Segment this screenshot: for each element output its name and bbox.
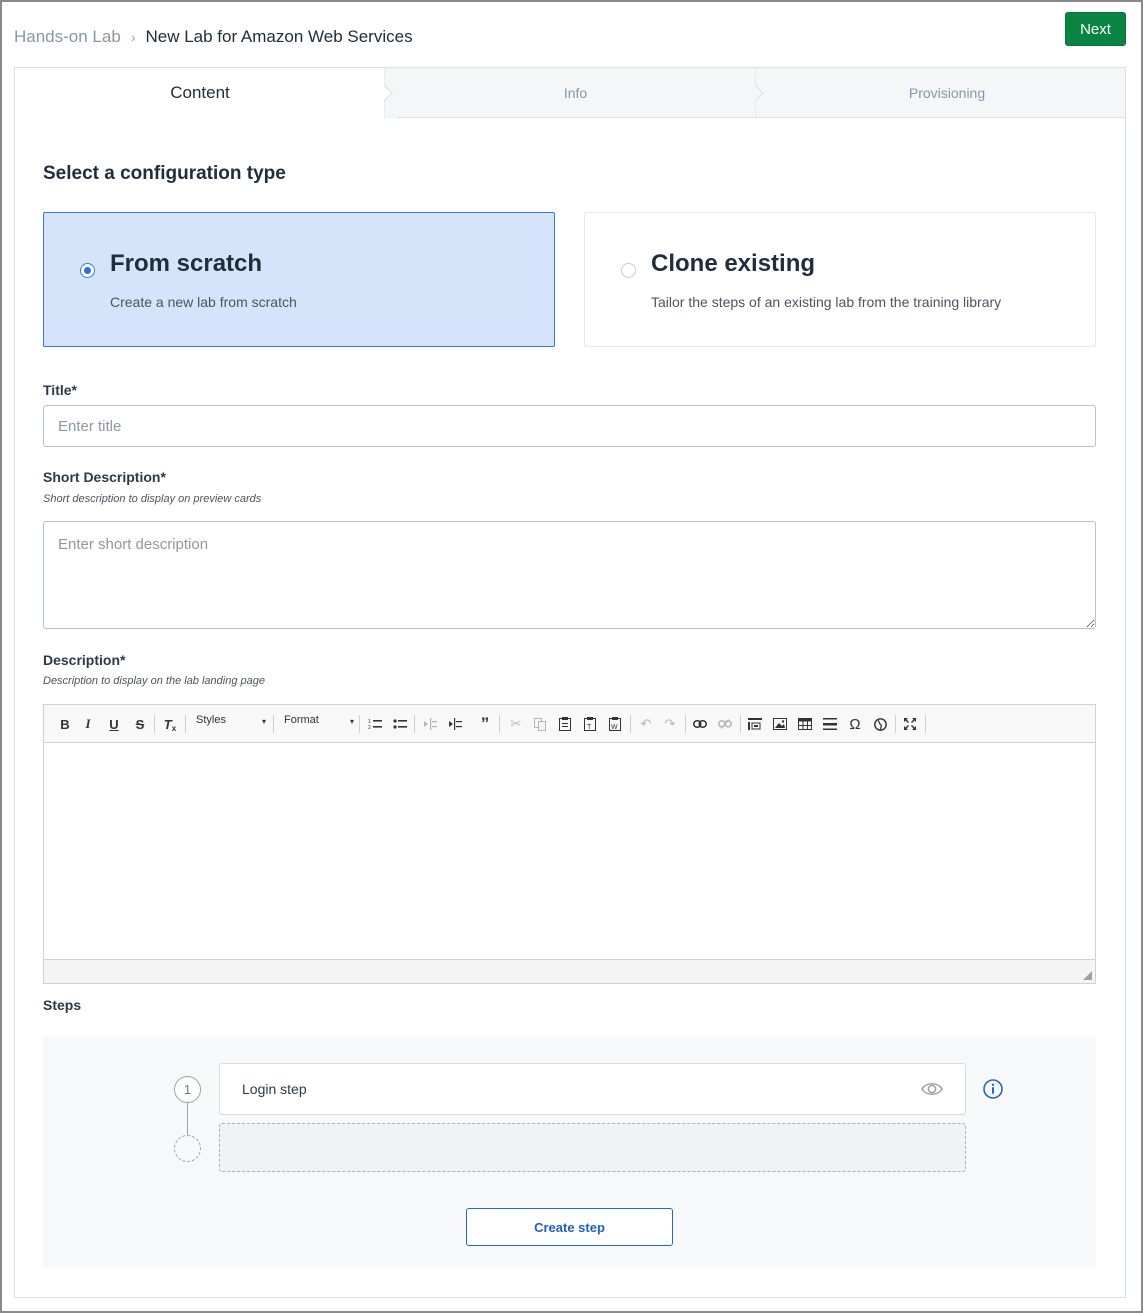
title-input[interactable] (43, 405, 1096, 447)
undo-icon[interactable]: ↶ (635, 713, 657, 735)
editor-toolbar: B I U S Tx Styles ▾ Format ▾ 12 ” ✂ T W … (44, 705, 1095, 743)
clone-existing-option[interactable]: Clone existing Tailor the steps of an ex… (584, 212, 1096, 347)
description-hint: Description to display on the lab landin… (43, 675, 265, 687)
next-button[interactable]: Next (1065, 12, 1126, 46)
redo-icon[interactable]: ↷ (659, 713, 681, 735)
radio-button[interactable] (621, 263, 636, 278)
chevron-right-icon: › (130, 29, 136, 45)
breadcrumb-root-link[interactable]: Hands-on Lab (14, 27, 121, 47)
from-scratch-option[interactable]: From scratch Create a new lab from scrat… (43, 212, 555, 347)
outdent-icon[interactable] (419, 713, 441, 735)
toolbar-separator (359, 715, 360, 733)
short-description-label: Short Description* (43, 469, 166, 485)
wizard-tabs: Content Info Provisioning (15, 68, 1125, 118)
horizontal-line-icon[interactable] (819, 713, 841, 735)
format-dropdown-label: Format (284, 714, 319, 726)
styles-dropdown-label: Styles (196, 714, 226, 726)
underline-icon[interactable]: U (103, 713, 125, 735)
info-icon[interactable] (982, 1078, 1004, 1100)
step-title: Login step (242, 1081, 307, 1097)
steps-area: 1 Login step Create step (43, 1036, 1096, 1268)
description-label: Description* (43, 652, 126, 668)
iframe-icon[interactable] (869, 713, 891, 735)
step-placeholder-badge (174, 1135, 201, 1162)
cut-icon[interactable]: ✂ (505, 713, 527, 735)
step-connector (187, 1103, 188, 1135)
table-icon[interactable] (794, 713, 816, 735)
special-char-icon[interactable]: Ω (844, 713, 866, 735)
strikethrough-icon[interactable]: S (129, 713, 151, 735)
bulleted-list-icon[interactable] (389, 713, 411, 735)
paste-icon[interactable] (554, 713, 576, 735)
title-label: Title* (43, 382, 77, 398)
unlink-icon[interactable] (714, 713, 736, 735)
config-type-heading: Select a configuration type (43, 163, 286, 184)
short-description-hint: Short description to display on preview … (43, 493, 262, 505)
italic-icon[interactable]: I (77, 713, 99, 735)
image-icon[interactable] (769, 713, 791, 735)
bold-icon[interactable]: B (54, 713, 76, 735)
dropdown-arrow-icon: ▾ (261, 717, 266, 726)
toolbar-separator (685, 715, 686, 733)
option-title: From scratch (110, 250, 263, 277)
create-step-button[interactable]: Create step (466, 1208, 673, 1246)
svg-text:T: T (587, 724, 592, 731)
toolbar-separator (185, 715, 186, 733)
toolbar-separator (740, 715, 741, 733)
copy-icon[interactable] (529, 713, 551, 735)
blockquote-icon[interactable]: ” (474, 713, 496, 735)
editor-status-bar (44, 959, 1095, 983)
svg-text:W: W (611, 724, 618, 731)
toolbar-separator (273, 715, 274, 733)
svg-text:2: 2 (368, 725, 371, 730)
maximize-icon[interactable] (899, 713, 921, 735)
tab-provisioning[interactable]: Provisioning (769, 68, 1125, 118)
dropdown-arrow-icon: ▾ (349, 717, 354, 726)
step-number-badge: 1 (174, 1076, 201, 1103)
toolbar-separator (630, 715, 631, 733)
toolbar-separator (895, 715, 896, 733)
page-title: New Lab for Amazon Web Services (145, 27, 413, 46)
tab-info[interactable]: Info (398, 68, 753, 118)
link-icon[interactable] (689, 713, 711, 735)
editor-content-area[interactable] (44, 743, 1095, 959)
paste-word-icon[interactable]: W (604, 713, 626, 735)
numbered-list-icon[interactable]: 12 (364, 713, 386, 735)
tab-divider-chevron (384, 68, 398, 118)
anchor-icon[interactable] (744, 713, 766, 735)
toolbar-separator (154, 715, 155, 733)
step-card[interactable]: Login step (219, 1063, 966, 1115)
toolbar-separator (499, 715, 500, 733)
resize-grip-icon[interactable] (1083, 971, 1092, 980)
option-title: Clone existing (651, 250, 816, 277)
eye-icon[interactable] (921, 1080, 943, 1098)
toolbar-separator (925, 715, 926, 733)
breadcrumb: Hands-on Lab › New Lab for Amazon Web Se… (14, 25, 413, 49)
short-description-input[interactable] (43, 521, 1096, 629)
styles-dropdown[interactable]: Styles ▾ (196, 714, 266, 734)
paste-text-icon[interactable]: T (579, 713, 601, 735)
step-drop-zone[interactable] (219, 1123, 966, 1172)
tab-content[interactable]: Content (15, 68, 385, 118)
description-editor: B I U S Tx Styles ▾ Format ▾ 12 ” ✂ T W … (43, 704, 1096, 984)
indent-icon[interactable] (444, 713, 466, 735)
format-dropdown[interactable]: Format ▾ (284, 714, 354, 734)
option-description: Create a new lab from scratch (110, 294, 297, 310)
toolbar-separator (414, 715, 415, 733)
remove-format-icon[interactable]: Tx (159, 713, 181, 735)
radio-button-checked[interactable] (80, 263, 95, 278)
option-description: Tailor the steps of an existing lab from… (651, 294, 1002, 310)
tab-divider-chevron (755, 68, 769, 118)
steps-label: Steps (43, 997, 82, 1013)
